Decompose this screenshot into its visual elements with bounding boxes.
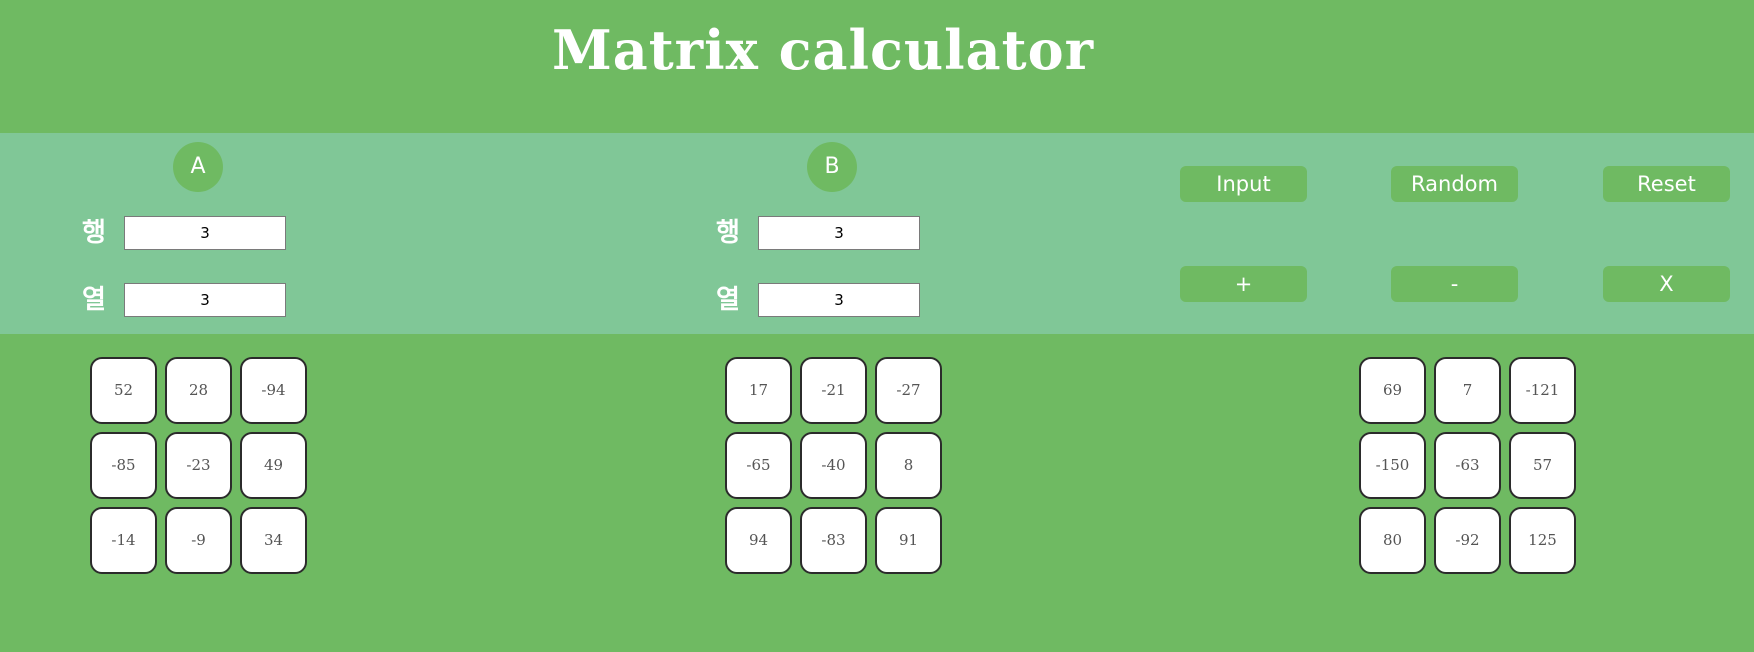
matrix-a-cell[interactable]: 28 <box>165 357 232 424</box>
matrix-b-cell[interactable]: -27 <box>875 357 942 424</box>
result-cell: 57 <box>1509 432 1576 499</box>
result-cell: -63 <box>1434 432 1501 499</box>
result-matrix-grid: 69 7 -121 -150 -63 57 80 -92 125 <box>1359 357 1576 574</box>
result-cell: 7 <box>1434 357 1501 424</box>
matrix-b-rows-label: 행 <box>716 218 740 248</box>
result-cell: -150 <box>1359 432 1426 499</box>
matrix-a-cell[interactable]: 49 <box>240 432 307 499</box>
input-button[interactable]: Input <box>1180 166 1307 202</box>
result-cell: 69 <box>1359 357 1426 424</box>
matrix-b-cell[interactable]: -21 <box>800 357 867 424</box>
matrix-b-cell[interactable]: 17 <box>725 357 792 424</box>
matrix-a-cell[interactable]: -9 <box>165 507 232 574</box>
matrix-b-cell[interactable]: -65 <box>725 432 792 499</box>
random-button[interactable]: Random <box>1391 166 1518 202</box>
page-title: Matrix calculator <box>551 18 1095 82</box>
result-cell: 80 <box>1359 507 1426 574</box>
matrix-a-cell[interactable]: -85 <box>90 432 157 499</box>
matrix-b-grid: 17 -21 -27 -65 -40 8 94 -83 91 <box>725 357 942 574</box>
result-cell: -92 <box>1434 507 1501 574</box>
matrix-a-grid: 52 28 -94 -85 -23 49 -14 -9 34 <box>90 357 307 574</box>
subtract-button[interactable]: - <box>1391 266 1518 302</box>
matrix-b-rows-input[interactable] <box>758 216 920 250</box>
matrix-b-cell[interactable]: 94 <box>725 507 792 574</box>
matrix-b-cell[interactable]: -83 <box>800 507 867 574</box>
matrix-a-rows-label: 행 <box>82 218 106 248</box>
add-button[interactable]: + <box>1180 266 1307 302</box>
matrix-b-cell[interactable]: 91 <box>875 507 942 574</box>
matrix-b-cell[interactable]: -40 <box>800 432 867 499</box>
matrix-a-cell[interactable]: -14 <box>90 507 157 574</box>
multiply-button[interactable]: X <box>1603 266 1730 302</box>
matrix-a-cell[interactable]: -94 <box>240 357 307 424</box>
matrix-a-cols-input[interactable] <box>124 283 286 317</box>
matrix-a-cell[interactable]: 52 <box>90 357 157 424</box>
matrix-a-badge: A <box>173 142 223 192</box>
matrix-a-cell[interactable]: 34 <box>240 507 307 574</box>
matrix-a-cell[interactable]: -23 <box>165 432 232 499</box>
matrix-b-badge: B <box>807 142 857 192</box>
matrix-b-cols-label: 열 <box>716 285 740 315</box>
matrix-a-cols-label: 열 <box>82 285 106 315</box>
result-cell: 125 <box>1509 507 1576 574</box>
matrix-a-rows-input[interactable] <box>124 216 286 250</box>
matrix-b-cell[interactable]: 8 <box>875 432 942 499</box>
matrix-b-cols-input[interactable] <box>758 283 920 317</box>
result-cell: -121 <box>1509 357 1576 424</box>
reset-button[interactable]: Reset <box>1603 166 1730 202</box>
